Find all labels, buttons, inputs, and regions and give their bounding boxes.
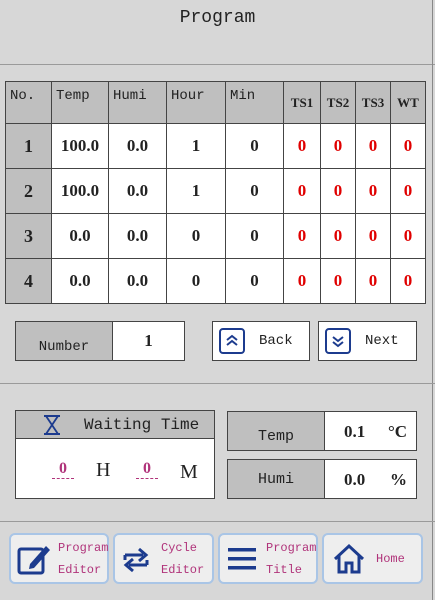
cell-humi[interactable]: 0.0 <box>108 213 167 259</box>
cell-min[interactable]: 0 <box>225 213 284 259</box>
cell-ts1[interactable]: 0 <box>283 258 321 304</box>
table-row: 1 100.0 0.0 1 0 0 0 0 0 <box>5 123 426 169</box>
row-number: 1 <box>5 123 52 169</box>
cycle-editor-button[interactable]: Cycle Editor <box>113 533 214 584</box>
cell-min[interactable]: 0 <box>225 123 284 169</box>
divider <box>432 0 433 600</box>
home-label: Home <box>376 551 405 566</box>
program-editor-label: Program Editor <box>58 540 109 577</box>
temp-label: Temp <box>257 428 294 445</box>
next-button[interactable]: Next <box>318 321 417 361</box>
cell-wt[interactable]: 0 <box>390 258 426 304</box>
cell-humi[interactable]: 0.0 <box>108 168 167 214</box>
edit-icon <box>16 542 52 576</box>
cell-ts3[interactable]: 0 <box>355 123 391 169</box>
humi-readout: 0.0 % <box>324 459 417 499</box>
humi-value: 0.0 <box>344 470 366 489</box>
cell-ts1[interactable]: 0 <box>283 213 321 259</box>
minutes-unit: M <box>180 461 198 483</box>
col-header-temp: Temp <box>51 81 109 124</box>
humi-unit: % <box>390 470 407 489</box>
cell-hour[interactable]: 0 <box>166 213 226 259</box>
temp-unit: °C <box>388 422 408 441</box>
col-header-min: Min <box>225 81 284 124</box>
back-label: Back <box>259 333 293 349</box>
cell-temp[interactable]: 100.0 <box>51 168 109 214</box>
waiting-time-header: Waiting Time <box>15 410 215 439</box>
home-icon <box>332 543 366 575</box>
divider <box>0 521 435 522</box>
row-number: 2 <box>5 168 52 214</box>
cell-hour[interactable]: 0 <box>166 258 226 304</box>
table-row: 4 0.0 0.0 0 0 0 0 0 0 <box>5 258 426 304</box>
cycle-editor-label: Cycle Editor <box>161 540 205 577</box>
hours-unit: H <box>96 459 111 481</box>
cell-min[interactable]: 0 <box>225 168 284 214</box>
divider <box>0 64 435 65</box>
number-label: Number <box>38 339 90 355</box>
cell-ts2[interactable]: 0 <box>320 213 356 259</box>
table-row: 3 0.0 0.0 0 0 0 0 0 0 <box>5 213 426 259</box>
waiting-hours-input[interactable]: 0 <box>52 460 74 479</box>
col-header-wt: WT <box>390 81 426 124</box>
cell-ts1[interactable]: 0 <box>283 168 321 214</box>
cell-temp[interactable]: 0.0 <box>51 213 109 259</box>
cell-wt[interactable]: 0 <box>390 123 426 169</box>
cycle-arrows-icon <box>121 544 151 574</box>
cell-ts2[interactable]: 0 <box>320 258 356 304</box>
divider <box>0 383 435 384</box>
temp-readout: 0.1 °C <box>324 411 417 451</box>
col-header-ts2: TS2 <box>320 81 356 124</box>
cell-temp[interactable]: 0.0 <box>51 258 109 304</box>
back-button[interactable]: Back <box>212 321 310 361</box>
program-title-button[interactable]: Program Title <box>218 533 318 584</box>
cell-min[interactable]: 0 <box>225 258 284 304</box>
cell-ts3[interactable]: 0 <box>355 168 391 214</box>
cell-humi[interactable]: 0.0 <box>108 258 167 304</box>
program-editor-button[interactable]: Program Editor <box>9 533 109 584</box>
cell-temp[interactable]: 100.0 <box>51 123 109 169</box>
cell-ts3[interactable]: 0 <box>355 213 391 259</box>
temp-value: 0.1 <box>344 422 366 441</box>
cell-ts3[interactable]: 0 <box>355 258 391 304</box>
next-label: Next <box>365 333 399 349</box>
menu-icon <box>228 546 256 572</box>
cell-wt[interactable]: 0 <box>390 168 426 214</box>
col-header-no: No. <box>5 81 52 124</box>
waiting-time-title: Waiting Time <box>84 415 200 434</box>
table-header-row: No. Temp Humi Hour Min TS1 TS2 TS3 WT <box>5 81 426 124</box>
cell-wt[interactable]: 0 <box>390 213 426 259</box>
program-table: No. Temp Humi Hour Min TS1 TS2 TS3 WT 1 … <box>5 81 426 304</box>
program-title-label: Program Title <box>266 540 317 577</box>
col-header-humi: Humi <box>108 81 167 124</box>
chevron-up-icon <box>219 328 245 354</box>
humi-label-box: Humi <box>227 459 325 499</box>
col-header-ts3: TS3 <box>355 81 391 124</box>
cell-hour[interactable]: 1 <box>166 123 226 169</box>
cell-ts2[interactable]: 0 <box>320 123 356 169</box>
waiting-time-panel: 0 H 0 M <box>15 438 215 499</box>
page-title: Program <box>179 8 256 28</box>
hourglass-icon <box>42 414 62 436</box>
number-label-box: Number <box>15 321 113 361</box>
cell-ts2[interactable]: 0 <box>320 168 356 214</box>
row-number: 3 <box>5 213 52 259</box>
table-row: 2 100.0 0.0 1 0 0 0 0 0 <box>5 168 426 214</box>
cell-hour[interactable]: 1 <box>166 168 226 214</box>
chevron-down-icon <box>325 328 351 354</box>
col-header-hour: Hour <box>166 81 226 124</box>
temp-label-box: Temp <box>227 411 325 451</box>
home-button[interactable]: Home <box>322 533 423 584</box>
col-header-ts1: TS1 <box>283 81 321 124</box>
waiting-minutes-input[interactable]: 0 <box>136 460 158 479</box>
number-input[interactable]: 1 <box>112 321 185 361</box>
row-number: 4 <box>5 258 52 304</box>
cell-ts1[interactable]: 0 <box>283 123 321 169</box>
cell-humi[interactable]: 0.0 <box>108 123 167 169</box>
humi-label: Humi <box>257 470 294 488</box>
